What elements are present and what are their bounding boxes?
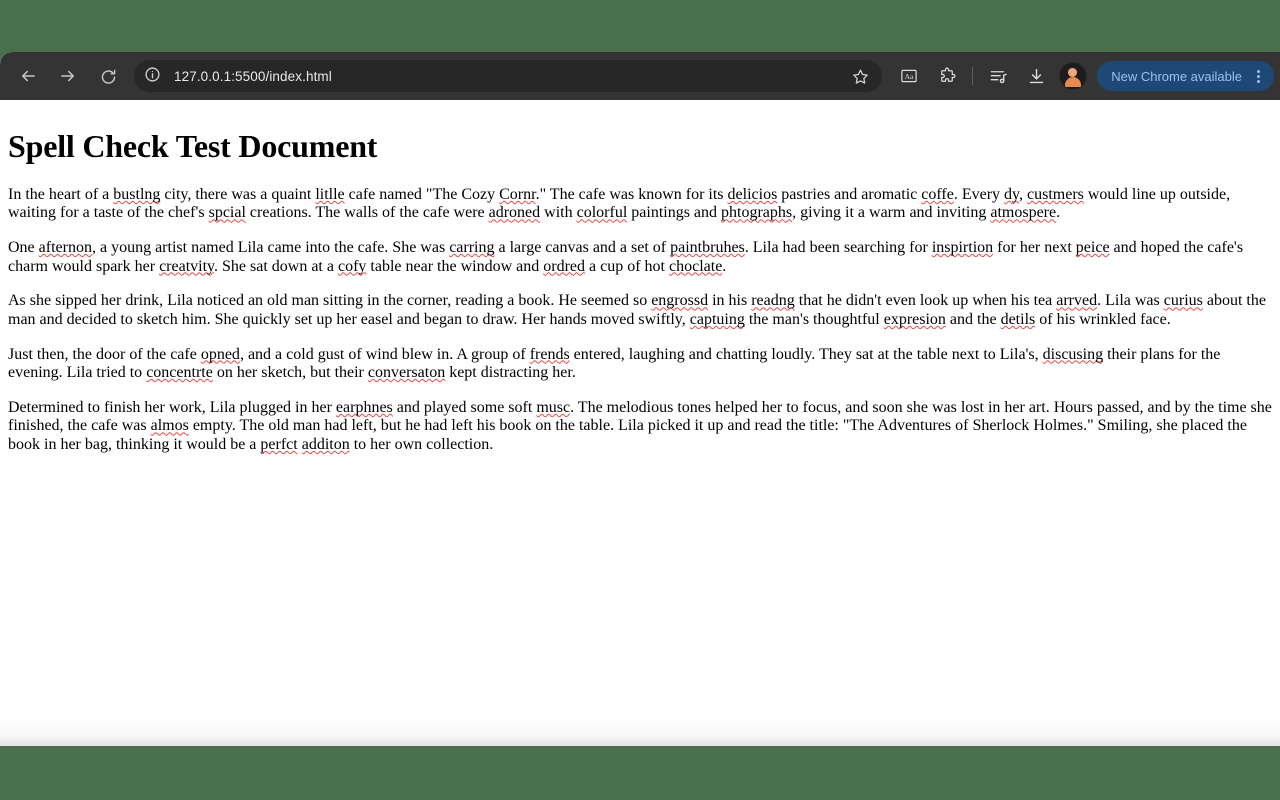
avatar-head xyxy=(1068,68,1078,77)
document-paragraph: Just then, the door of the cafe opned, a… xyxy=(8,345,1221,382)
back-button[interactable] xyxy=(13,61,43,91)
misspelled-word[interactable]: dy xyxy=(1004,186,1019,203)
misspelled-word[interactable]: almos xyxy=(151,417,189,434)
document-paragraph: Determined to finish her work, Lila plug… xyxy=(8,398,1272,454)
misspelled-word[interactable]: opned xyxy=(201,346,240,363)
browser-toolbar: 127.0.0.1:5500/index.html Aa New Chrome … xyxy=(0,52,1280,100)
misspelled-word[interactable]: discusing xyxy=(1043,346,1103,363)
svg-text:Aa: Aa xyxy=(905,72,914,81)
toolbar-divider xyxy=(972,67,974,85)
misspelled-word[interactable]: afternon xyxy=(39,239,92,256)
page-title: Spell Check Test Document xyxy=(8,128,378,164)
extensions-puzzle-icon[interactable] xyxy=(932,61,962,91)
misspelled-word[interactable]: ordred xyxy=(543,258,585,275)
misspelled-word[interactable]: bustlng xyxy=(113,186,160,203)
misspelled-word[interactable]: paintbruhes xyxy=(670,239,745,256)
misspelled-word[interactable]: litlle xyxy=(315,186,344,203)
reload-button[interactable] xyxy=(93,61,123,91)
document-body: Spell Check Test Document In the heart o… xyxy=(0,100,1280,479)
misspelled-word[interactable]: choclate xyxy=(669,258,722,275)
profile-avatar[interactable] xyxy=(1059,62,1088,90)
reload-icon xyxy=(101,69,115,84)
arrow-right-icon xyxy=(61,70,74,82)
toolbar-actions: Aa New Chrome available xyxy=(890,61,1280,91)
address-bar[interactable]: 127.0.0.1:5500/index.html xyxy=(134,60,883,92)
misspelled-word[interactable]: peice xyxy=(1076,239,1110,256)
misspelled-word[interactable]: carring xyxy=(449,239,494,256)
misspelled-word[interactable]: colorful xyxy=(577,204,628,221)
misspelled-word[interactable]: musc xyxy=(536,399,570,416)
star-icon[interactable] xyxy=(846,62,874,90)
misspelled-word[interactable]: delicios xyxy=(728,186,778,203)
document-paragraph: In the heart of a bustlng city, there wa… xyxy=(8,185,1231,222)
avatar-body xyxy=(1065,77,1082,87)
kebab-menu-icon[interactable] xyxy=(1246,64,1270,88)
misspelled-word[interactable]: concentrte xyxy=(146,364,213,381)
misspelled-word[interactable]: custmers xyxy=(1027,186,1084,203)
misspelled-word[interactable]: detils xyxy=(1001,311,1036,328)
misspelled-word[interactable]: perfct xyxy=(260,436,297,453)
info-circle-icon[interactable] xyxy=(144,66,164,86)
address-bar-url[interactable]: 127.0.0.1:5500/index.html xyxy=(174,69,846,84)
misspelled-word[interactable]: cofy xyxy=(338,258,366,275)
downloads-icon[interactable] xyxy=(1021,61,1051,91)
arrow-left-icon xyxy=(22,70,35,82)
forward-button[interactable] xyxy=(53,61,83,91)
misspelled-word[interactable]: phtographs xyxy=(721,204,792,221)
misspelled-word[interactable]: coffe xyxy=(921,186,954,203)
misspelled-word[interactable]: earphnes xyxy=(336,399,393,416)
misspelled-word[interactable]: creatvity xyxy=(159,258,214,275)
misspelled-word[interactable]: atmospere xyxy=(990,204,1056,221)
misspelled-word[interactable]: Cornr xyxy=(499,186,535,203)
translate-icon[interactable]: Aa xyxy=(894,61,924,91)
misspelled-word[interactable]: arrved xyxy=(1056,292,1097,309)
misspelled-word[interactable]: engrossd xyxy=(651,292,708,309)
reading-list-icon[interactable] xyxy=(983,61,1013,91)
misspelled-word[interactable]: adroned xyxy=(489,204,541,221)
misspelled-word[interactable]: captuing xyxy=(690,311,745,328)
new-chrome-available-button[interactable]: New Chrome available xyxy=(1097,61,1274,91)
misspelled-word[interactable]: frends xyxy=(530,346,570,363)
page-bottom-shade xyxy=(0,720,1280,746)
page-viewport: Spell Check Test Document In the heart o… xyxy=(0,100,1280,746)
misspelled-word[interactable]: readng xyxy=(751,292,795,309)
misspelled-word[interactable]: curius xyxy=(1164,292,1203,309)
document-paragraphs: In the heart of a bustlng city, there wa… xyxy=(8,186,1272,455)
document-paragraph: As she sipped her drink, Lila noticed an… xyxy=(8,292,1266,328)
misspelled-word[interactable]: inspirtion xyxy=(932,239,993,256)
browser-window: 127.0.0.1:5500/index.html Aa New Chrome … xyxy=(0,52,1280,746)
misspelled-word[interactable]: additon xyxy=(302,436,350,453)
misspelled-word[interactable]: conversaton xyxy=(368,364,445,381)
misspelled-word[interactable]: expresion xyxy=(884,311,946,328)
document-paragraph: One afternon, a young artist named Lila … xyxy=(8,239,1244,275)
new-chrome-available-label: New Chrome available xyxy=(1111,68,1242,84)
misspelled-word[interactable]: spcial xyxy=(209,204,246,221)
